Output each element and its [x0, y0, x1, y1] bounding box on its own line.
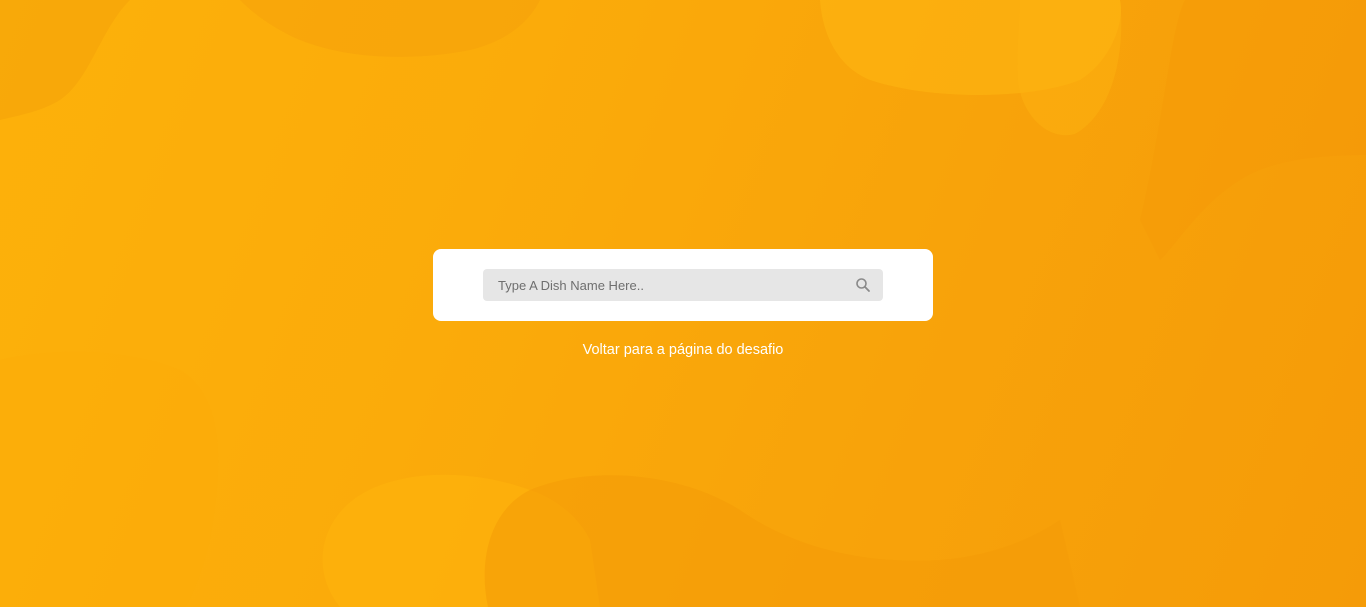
- bg-blob-top-left: [0, 0, 130, 120]
- bg-blob-bottom-center: [484, 475, 1080, 607]
- search-box: [483, 269, 883, 301]
- search-icon[interactable]: [855, 277, 871, 293]
- search-input[interactable]: [483, 269, 833, 301]
- bg-blob-top-center: [240, 0, 540, 57]
- bg-blob-top-right-small: [1017, 0, 1122, 136]
- bg-wave-left: [0, 351, 219, 607]
- back-to-challenge-link[interactable]: Voltar para a página do desafio: [433, 341, 933, 359]
- bg-blob-right: [1140, 0, 1366, 260]
- search-card: [433, 249, 933, 321]
